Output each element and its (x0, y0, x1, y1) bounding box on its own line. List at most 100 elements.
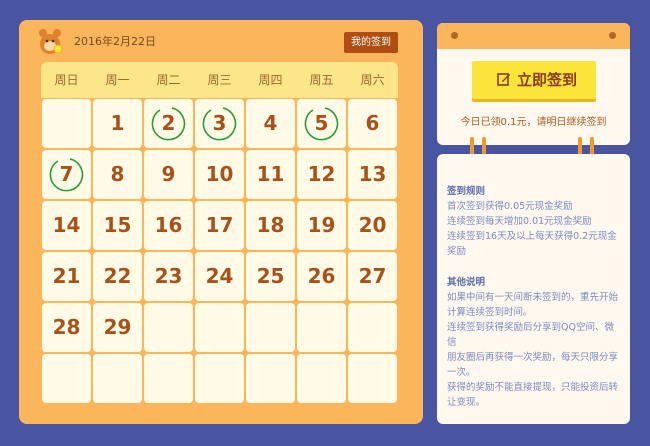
mascot-icon (39, 29, 63, 54)
calendar-day: 4 (246, 99, 295, 148)
calendar-day-number: 21 (52, 264, 81, 288)
notes-title: 其他说明 (447, 277, 486, 288)
calendar-day: 23 (144, 252, 193, 301)
notes-line: 一次。 (447, 367, 476, 378)
calendar-day: 2 (144, 99, 193, 148)
weekday-header: 周日 周一 周二 周三 周四 周五 周六 (41, 62, 398, 98)
calendar-day: 27 (348, 252, 397, 301)
sign-in-button[interactable]: 立即签到 (472, 61, 596, 99)
weekday-mon: 周一 (105, 73, 130, 87)
calendar-day: 21 (42, 252, 91, 301)
calendar-day: 8 (93, 150, 142, 199)
calendar-day: 19 (297, 201, 346, 250)
calendar-day-number: 11 (256, 162, 285, 186)
weekday-sat: 周六 (360, 73, 385, 87)
calendar-day-number: 2 (161, 111, 176, 135)
calendar-empty-cell (297, 303, 346, 352)
calendar-empty-cell (246, 354, 295, 403)
calendar-day-number: 4 (263, 111, 278, 135)
sign-panel-top-bar (437, 23, 630, 49)
calendar-day-number: 3 (212, 111, 227, 135)
calendar-day-number: 25 (256, 264, 285, 288)
calendar-empty-cell (42, 99, 91, 148)
calendar-day: 28 (42, 303, 91, 352)
pin-icon (451, 32, 458, 39)
calendar-day-number: 26 (307, 264, 336, 288)
calendar-day: 3 (195, 99, 244, 148)
rules-line: 连续签到16天及以上每天获得0.2元现金 (447, 231, 617, 242)
edit-icon (497, 73, 510, 86)
calendar-day-number: 24 (205, 264, 234, 288)
calendar-day-number: 29 (103, 315, 132, 339)
calendar-day: 7 (42, 150, 91, 199)
calendar-day-number: 22 (103, 264, 132, 288)
rules-line: 连续签到每天增加0.01元现金奖励 (447, 216, 592, 227)
calendar-day: 20 (348, 201, 397, 250)
calendar-day-number: 28 (52, 315, 81, 339)
calendar-day: 16 (144, 201, 193, 250)
calendar-empty-cell (42, 354, 91, 403)
notes-line: 让变现。 (447, 397, 486, 408)
calendar-day-number: 13 (358, 162, 387, 186)
calendar-day: 5 (297, 99, 346, 148)
weekday-fri: 周五 (309, 73, 334, 87)
sign-panel: 立即签到 今日已领0.1元，请明日继续签到 (437, 23, 630, 145)
weekday-thu: 周四 (258, 73, 283, 87)
calendar-day-number: 5 (314, 111, 329, 135)
calendar-day-number: 17 (205, 213, 234, 237)
notes-line: 连续签到获得奖励后分享到QQ空间、微信 (447, 322, 614, 348)
calendar-day: 22 (93, 252, 142, 301)
calendar-day-number: 9 (161, 162, 176, 186)
calendar-day: 10 (195, 150, 244, 199)
calendar-day: 18 (246, 201, 295, 250)
weekday-tue: 周二 (156, 73, 181, 87)
calendar-day: 14 (42, 201, 91, 250)
calendar-day: 12 (297, 150, 346, 199)
calendar-day-number: 7 (59, 162, 74, 186)
my-sign-button[interactable]: 我的签到 (344, 32, 398, 53)
calendar-day: 11 (246, 150, 295, 199)
rules-panel: 签到规则 首次签到获得0.05元现金奖励 连续签到每天增加0.01元现金奖励 连… (437, 154, 630, 424)
notes-line: 朋友圈后再获得一次奖励，每天只限分享 (447, 352, 619, 363)
calendar-day: 15 (93, 201, 142, 250)
calendar-day-number: 10 (205, 162, 234, 186)
calendar-empty-cell (348, 354, 397, 403)
calendar-day: 24 (195, 252, 244, 301)
calendar-empty-cell (144, 303, 193, 352)
rules-title: 签到规则 (447, 186, 486, 197)
calendar-day: 6 (348, 99, 397, 148)
calendar-header: 2016年2月22日 我的签到 (19, 20, 423, 62)
calendar-empty-cell (195, 354, 244, 403)
calendar-day: 1 (93, 99, 142, 148)
calendar-day: 13 (348, 150, 397, 199)
calendar-day-number: 6 (365, 111, 380, 135)
current-date: 2016年2月22日 (74, 35, 156, 48)
calendar-day: 29 (93, 303, 142, 352)
calendar-empty-cell (195, 303, 244, 352)
calendar-day-number: 18 (256, 213, 285, 237)
calendar-day-number: 23 (154, 264, 183, 288)
calendar-day-number: 8 (110, 162, 125, 186)
calendar-day-number: 1 (110, 111, 125, 135)
weekday-wed: 周三 (207, 73, 232, 87)
pin-icon (609, 32, 616, 39)
rules-line: 首次签到获得0.05元现金奖励 (447, 201, 573, 212)
calendar-empty-cell (348, 303, 397, 352)
calendar-panel: 2016年2月22日 我的签到 周日 周一 周二 周三 周四 周五 周六 123… (19, 20, 423, 424)
calendar-grid: 1 2 3 4 5 6 7 8 9 10 11 12 13 14 15 16 17 18 19 20 21 22 23 24 2… (41, 98, 398, 404)
notes-line: 计算连续签到时间。 (447, 307, 533, 318)
calendar-day-number: 15 (103, 213, 132, 237)
calendar-day: 25 (246, 252, 295, 301)
calendar-day-number: 27 (358, 264, 387, 288)
rules-line: 奖励 (447, 246, 467, 257)
calendar-empty-cell (93, 354, 142, 403)
calendar-empty-cell (144, 354, 193, 403)
rules-content: 签到规则 首次签到获得0.05元现金奖励 连续签到每天增加0.01元现金奖励 连… (447, 184, 622, 410)
calendar-day-number: 14 (52, 213, 81, 237)
calendar-day-number: 19 (307, 213, 336, 237)
calendar-day: 9 (144, 150, 193, 199)
notes-line: 如果中间有一天间断未签到的，重先开始 (447, 292, 619, 303)
calendar-day: 17 (195, 201, 244, 250)
calendar-day: 26 (297, 252, 346, 301)
sign-in-button-label: 立即签到 (517, 71, 578, 89)
